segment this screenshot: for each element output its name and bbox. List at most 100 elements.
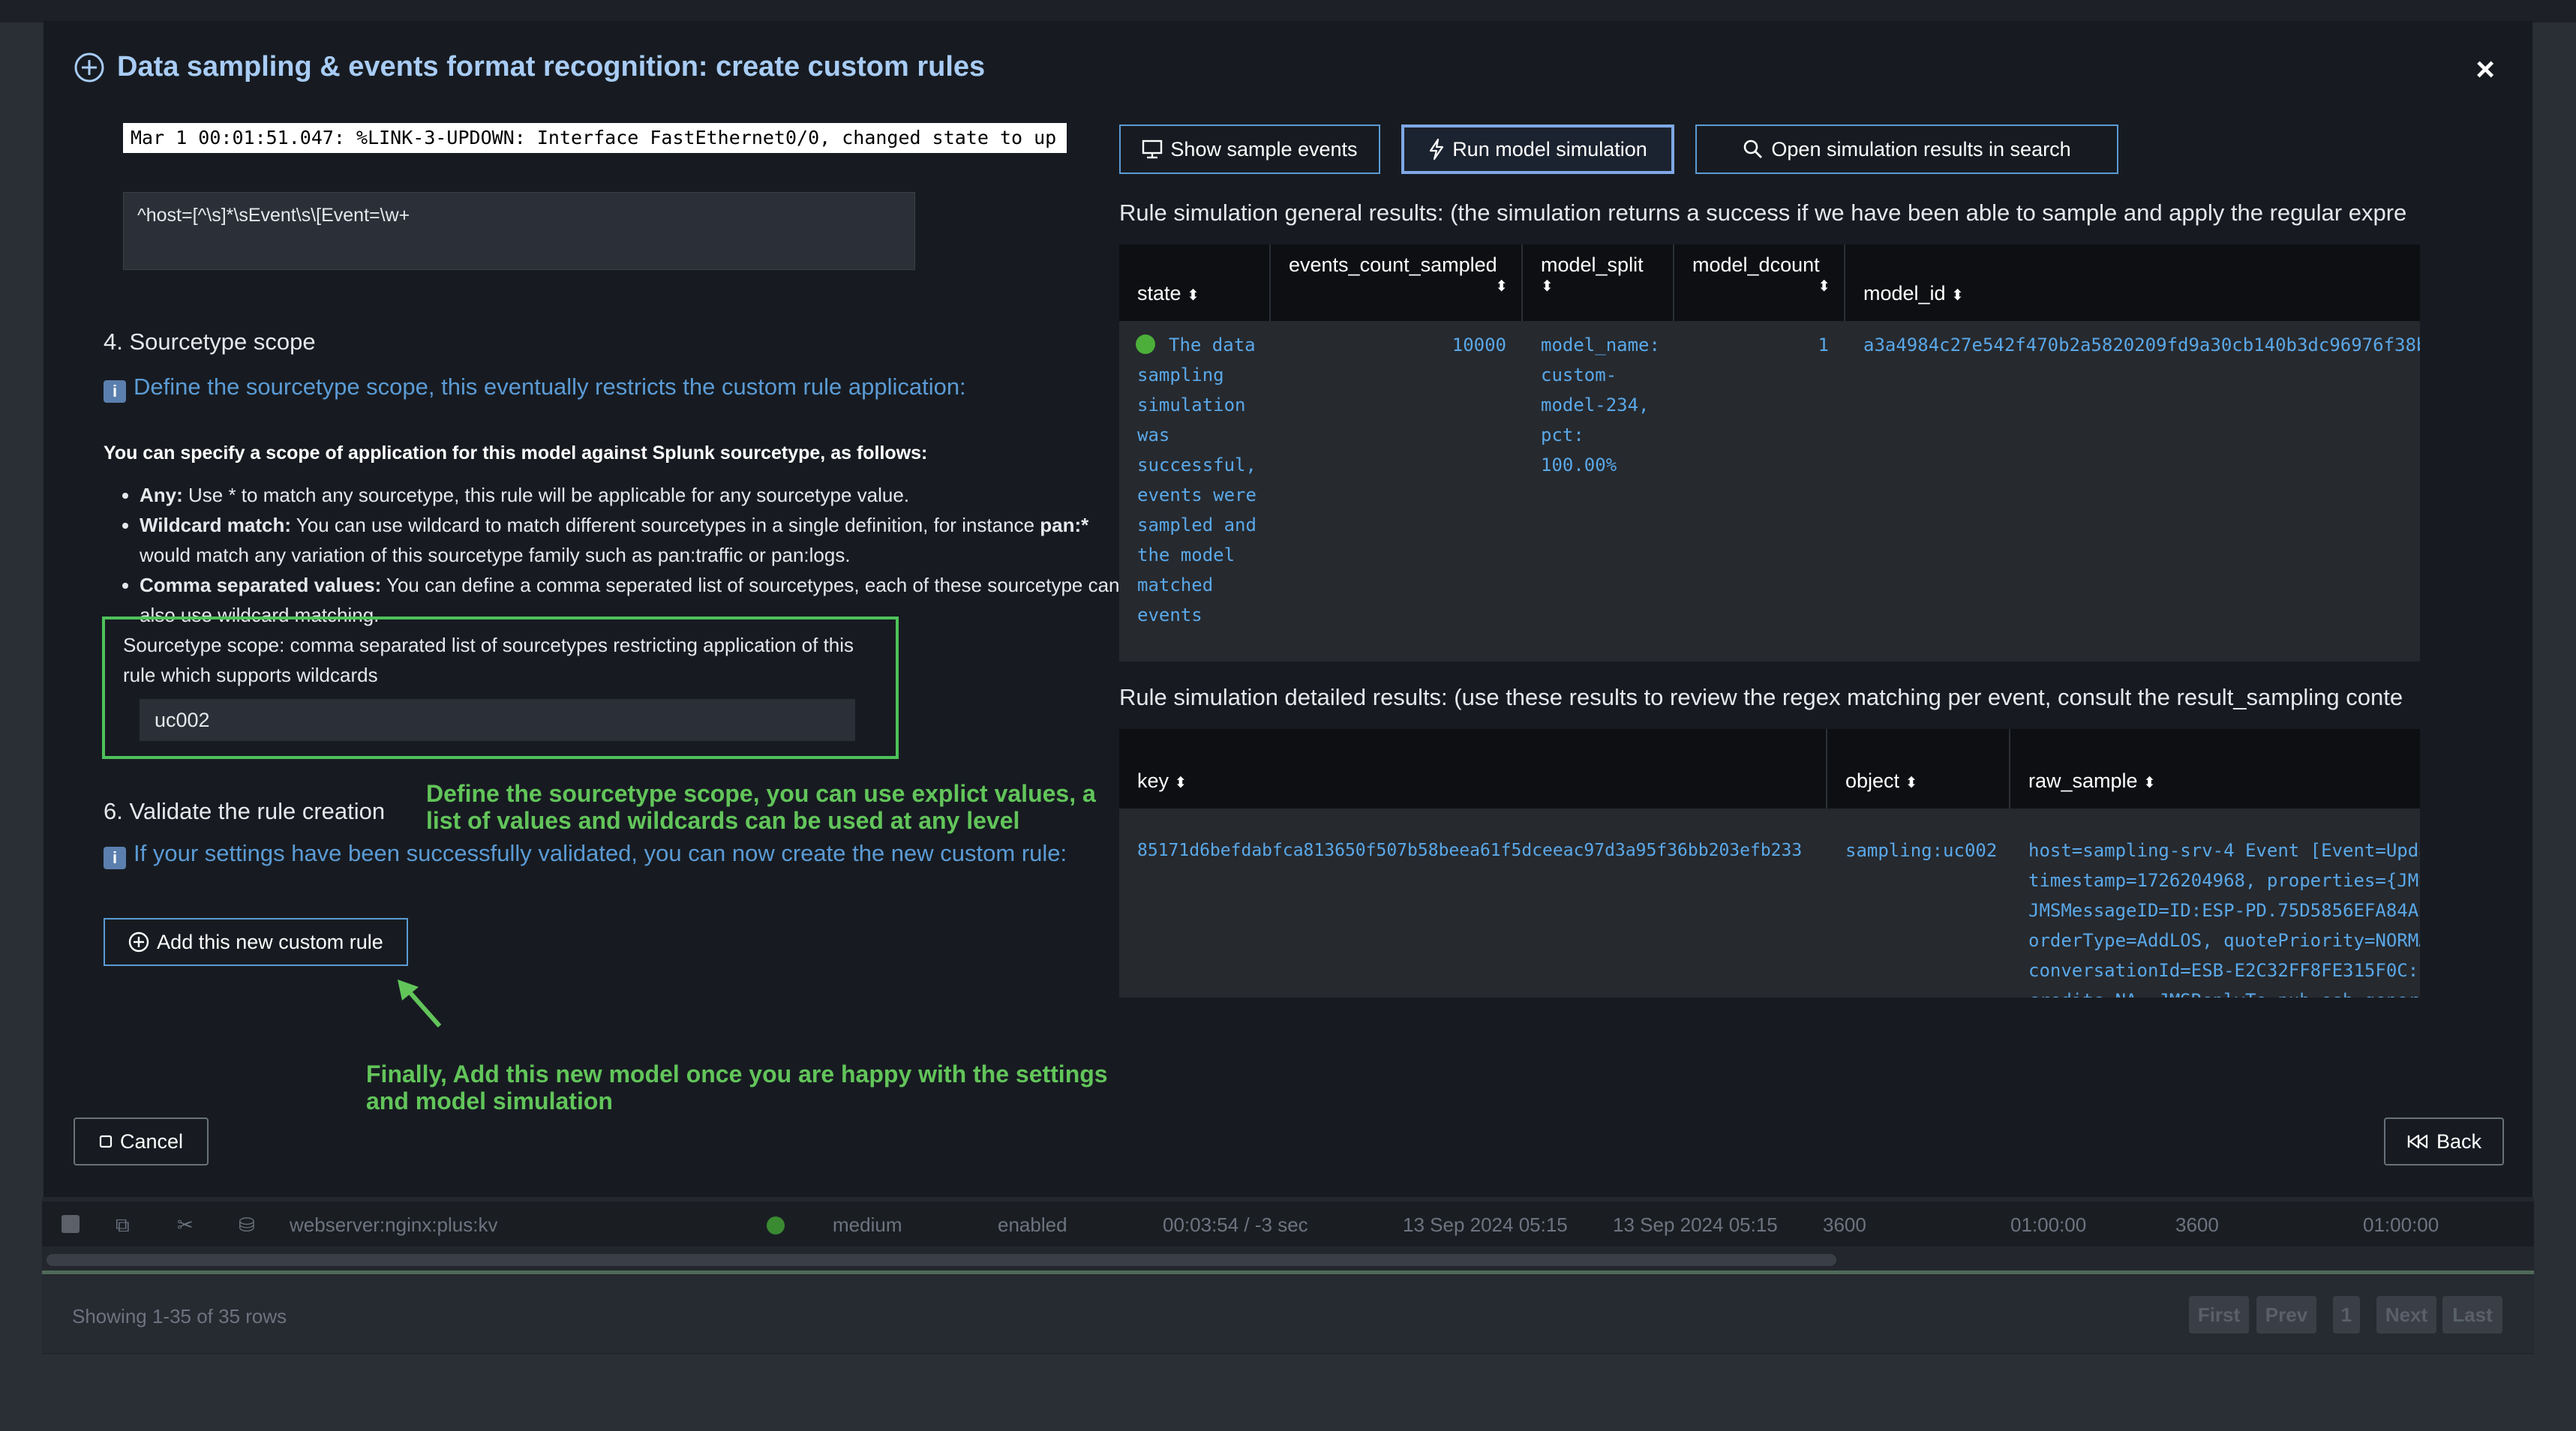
table-header: key ⬍ object ⬍ raw_sample ⬍ bbox=[1119, 729, 2420, 808]
row-v1: 3600 bbox=[1823, 1214, 1866, 1236]
pager-next[interactable]: Next bbox=[2376, 1296, 2436, 1334]
info-icon: i bbox=[104, 847, 126, 869]
table-footer bbox=[42, 1275, 2534, 1353]
monitor-icon bbox=[1142, 140, 1163, 159]
list-item: Any: Use * to match any sourcetype, this… bbox=[140, 480, 1130, 510]
background-header bbox=[0, 0, 2576, 22]
col-key-header[interactable]: key ⬍ bbox=[1119, 729, 1827, 808]
show-sample-label: Show sample events bbox=[1170, 137, 1358, 160]
list-item: Wildcard match: You can use wildcard to … bbox=[140, 510, 1130, 570]
row-status: enabled bbox=[998, 1214, 1067, 1236]
col-events-count-header[interactable]: events_count_sampled ⬍ bbox=[1271, 244, 1523, 321]
sourcetype-scope-input[interactable]: uc002 bbox=[140, 699, 855, 741]
pager-last[interactable]: Last bbox=[2442, 1296, 2502, 1334]
sourcetype-scope-field-group: Sourcetype scope: comma separated list o… bbox=[102, 616, 899, 759]
plus-circle-icon bbox=[74, 52, 105, 83]
cell-object: sampling:uc002 bbox=[1845, 840, 1998, 861]
modal-header: Data sampling & events format recognitio… bbox=[74, 51, 985, 83]
row-sourcetype: webserver:nginx:plus:kv bbox=[290, 1214, 498, 1236]
horizontal-scrollbar[interactable] bbox=[47, 1254, 1836, 1266]
bullet-text: would match any variation of this source… bbox=[140, 544, 851, 566]
tools-icon[interactable]: ✂ bbox=[177, 1214, 194, 1237]
sample-log-line: Mar 1 00:01:51.047: %LINK-3-UPDOWN: Inte… bbox=[123, 123, 1067, 153]
general-results-title: Rule simulation general results: (the si… bbox=[1119, 200, 2407, 226]
cell-events-count: 10000 bbox=[1452, 334, 1506, 356]
open-icon[interactable]: ⧉ bbox=[116, 1214, 130, 1238]
row-priority: medium bbox=[833, 1214, 902, 1236]
detailed-results-table: key ⬍ object ⬍ raw_sample ⬍ 85171d6befda… bbox=[1119, 729, 2420, 998]
pager-page[interactable]: 1 bbox=[2333, 1296, 2360, 1334]
sort-icon[interactable]: ⬍ bbox=[1692, 277, 1830, 296]
back-button[interactable]: Back bbox=[2384, 1118, 2504, 1166]
background-table-row[interactable]: ⧉ ✂ ⛁ webserver:nginx:plus:kv medium ena… bbox=[42, 1202, 2534, 1246]
col-raw-sample-header[interactable]: raw_sample ⬍ bbox=[2010, 729, 2420, 808]
table-header: state ⬍ events_count_sampled ⬍ model_spli… bbox=[1119, 244, 2420, 321]
arrow-icon bbox=[390, 976, 450, 1036]
cell-key: 85171d6befdabfca813650f507b58beea61f5dce… bbox=[1137, 841, 1803, 860]
sort-icon[interactable]: ⬍ bbox=[2143, 775, 2156, 791]
open-simulation-results-button[interactable]: Open simulation results in search bbox=[1695, 124, 2118, 174]
bullet-term: Any: bbox=[140, 484, 183, 506]
row-t2: 01:00:00 bbox=[2363, 1214, 2439, 1236]
square-icon bbox=[99, 1135, 113, 1148]
row-date2: 13 Sep 2024 05:15 bbox=[1613, 1214, 1778, 1236]
sort-icon[interactable]: ⬍ bbox=[1951, 287, 1964, 304]
row-date1: 13 Sep 2024 05:15 bbox=[1403, 1214, 1568, 1236]
section6-title: 6. Validate the rule creation bbox=[104, 798, 386, 824]
cancel-button[interactable]: Cancel bbox=[74, 1118, 209, 1166]
bullet-text: You can use wildcard to match different … bbox=[291, 514, 1040, 536]
section4-title: 4. Sourcetype scope bbox=[104, 328, 316, 355]
cell-model-id: a3a4984c27e542f470b2a5820209fd9a30cb140b… bbox=[1863, 334, 2420, 356]
status-dot bbox=[767, 1216, 785, 1234]
col-state-header[interactable]: state ⬍ bbox=[1119, 244, 1271, 321]
col-label: raw_sample bbox=[2028, 770, 2138, 792]
row-checkbox[interactable] bbox=[62, 1215, 80, 1233]
table-divider bbox=[42, 1270, 2534, 1274]
info-icon: i bbox=[104, 380, 126, 403]
bullet-term: Wildcard match: bbox=[140, 514, 292, 536]
cell-state: The data sampling simulation was success… bbox=[1137, 334, 1256, 626]
section6-info: i If your settings have been successfully… bbox=[104, 838, 1094, 869]
col-model-dcount-header[interactable]: model_dcount ⬍ bbox=[1674, 244, 1845, 321]
sort-icon[interactable]: ⬍ bbox=[1187, 287, 1199, 304]
add-button-label: Add this new custom rule bbox=[157, 930, 383, 953]
section4-info: i Define the sourcetype scope, this event… bbox=[104, 372, 966, 403]
cell-raw-sample: host=sampling-srv-4 Event [Event=Upda ti… bbox=[2028, 840, 2420, 998]
col-label: object bbox=[1845, 770, 1900, 792]
rows-count: Showing 1-35 of 35 rows bbox=[72, 1305, 287, 1328]
add-custom-rule-button[interactable]: Add this new custom rule bbox=[104, 918, 408, 966]
open-results-label: Open simulation results in search bbox=[1771, 137, 2071, 160]
plus-circle-icon bbox=[128, 932, 149, 952]
cancel-label: Cancel bbox=[119, 1130, 184, 1153]
sort-icon[interactable]: ⬍ bbox=[1541, 277, 1659, 296]
detailed-results-title: Rule simulation detailed results: (use t… bbox=[1119, 684, 2403, 710]
col-label: key bbox=[1137, 770, 1169, 792]
row-t1: 01:00:00 bbox=[2010, 1214, 2087, 1236]
database-icon[interactable]: ⛁ bbox=[239, 1214, 255, 1237]
col-label: events_count_sampled bbox=[1289, 254, 1497, 276]
regex-textarea[interactable]: ^host=[^\s]*\sEvent\s\[Event=\w+ bbox=[123, 192, 915, 270]
back-label: Back bbox=[2436, 1130, 2482, 1153]
close-icon[interactable]: × bbox=[2475, 51, 2495, 88]
bullet-term: Comma separated values: bbox=[140, 574, 382, 596]
search-icon bbox=[1743, 139, 1764, 160]
col-label: model_id bbox=[1863, 282, 1946, 304]
general-results-table: state ⬍ events_count_sampled ⬍ model_spli… bbox=[1119, 244, 2420, 662]
run-simulation-label: Run model simulation bbox=[1452, 137, 1647, 160]
pager-first[interactable]: First bbox=[2189, 1296, 2249, 1334]
col-model-split-header[interactable]: model_split ⬍ bbox=[1523, 244, 1674, 321]
col-label: model_split bbox=[1541, 254, 1644, 276]
pager-prev[interactable]: Prev bbox=[2256, 1296, 2316, 1334]
rewind-icon bbox=[2406, 1133, 2429, 1150]
cell-model-dcount: 1 bbox=[1818, 334, 1829, 356]
run-model-simulation-button[interactable]: Run model simulation bbox=[1401, 124, 1674, 174]
sort-icon[interactable]: ⬍ bbox=[1289, 277, 1508, 296]
annotation-scope: Define the sourcetype scope, you can use… bbox=[426, 780, 1096, 834]
col-model-id-header[interactable]: model_id ⬍ bbox=[1845, 244, 2420, 321]
custom-rules-modal: Data sampling & events format recognitio… bbox=[44, 21, 2532, 1197]
show-sample-events-button[interactable]: Show sample events bbox=[1119, 124, 1380, 174]
sort-icon[interactable]: ⬍ bbox=[1905, 775, 1918, 791]
scope-intro: You can specify a scope of application f… bbox=[104, 442, 928, 464]
col-object-header[interactable]: object ⬍ bbox=[1827, 729, 2010, 808]
sort-icon[interactable]: ⬍ bbox=[1175, 775, 1187, 791]
